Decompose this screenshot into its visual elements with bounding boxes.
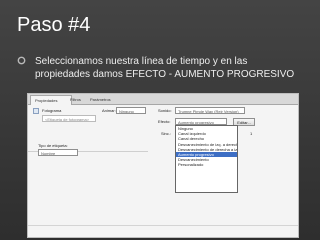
fotograma-label: Fotograma (42, 108, 62, 113)
properties-panel: Fotograma <Etiqueta de fotograma> Animar… (28, 105, 298, 237)
animar-select[interactable]: Ninguno (116, 107, 146, 114)
sonido-label: Sonido: (158, 108, 172, 113)
embedded-properties-screenshot: Propiedades Filtros Parámetros Fotograma… (27, 93, 299, 238)
tab-parametros[interactable]: Parámetros (86, 95, 120, 104)
slide-title: Paso #4 (17, 14, 91, 36)
efecto-label: Efecto: (158, 119, 171, 124)
efecto-dropdown-list: Ninguno Canal izquierdo Canal derecho De… (175, 125, 238, 193)
animar-label: Animar: (102, 108, 116, 113)
frame-icon (33, 108, 39, 114)
effect-option[interactable]: Personalizado (176, 162, 237, 167)
circle-bullet-icon-svg (17, 56, 26, 65)
sonido-select[interactable]: Trumne Pimde Way (Reir Version) (175, 107, 245, 114)
efecto-select[interactable]: Aumento progresivo (175, 118, 227, 125)
slide: Paso #4 Seleccionamos nuestra línea de t… (0, 0, 320, 240)
bottom-divider (28, 225, 298, 226)
sinc-label: Sinc.: (161, 131, 172, 136)
properties-tab-bar: Propiedades Filtros Parámetros (28, 94, 298, 105)
effect-option[interactable]: Desvanecimiento de izq. a derecha (176, 142, 237, 147)
frame-label-input[interactable]: <Etiqueta de fotograma> (42, 115, 96, 122)
sinc-count: 1 (250, 131, 253, 136)
bullet-text: Seleccionamos nuestra línea de tiempo y … (35, 56, 295, 80)
circle-bullet-icon (17, 56, 26, 65)
tipo-etiqueta-select[interactable]: Nombre (38, 149, 78, 156)
